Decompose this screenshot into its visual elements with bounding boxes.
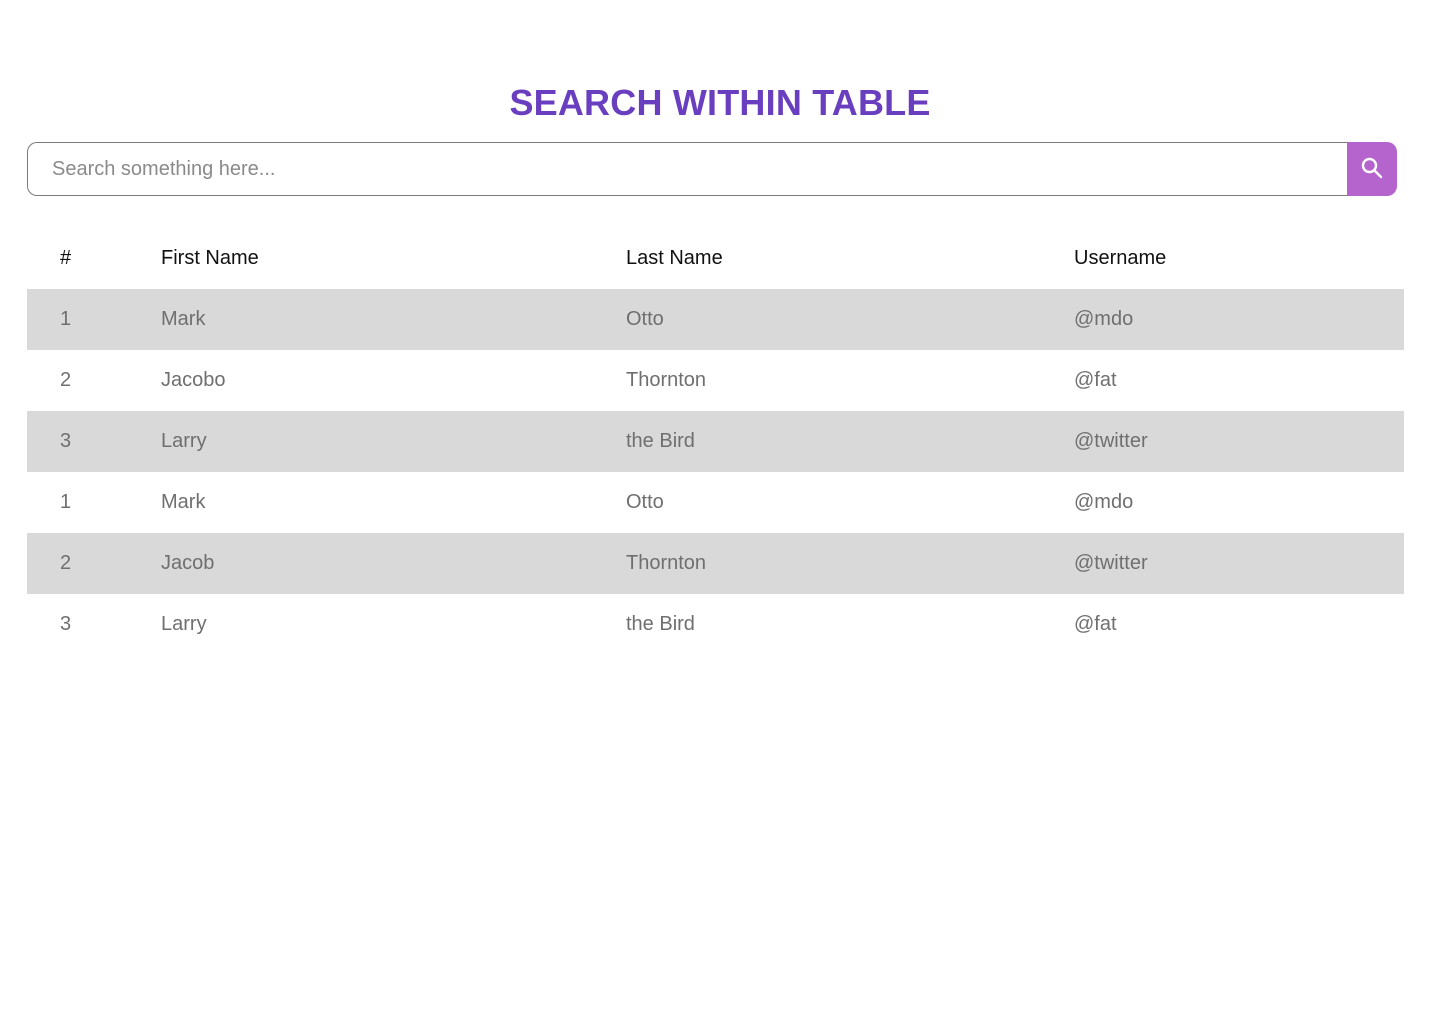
cell-username: @mdo (1074, 308, 1134, 330)
data-table: # First Name Last Name Username 1 Mark O… (27, 228, 1404, 655)
cell-username: @twitter (1074, 430, 1148, 452)
table-row[interactable]: 2 Jacob Thornton @twitter (27, 533, 1404, 594)
cell-number: 2 (60, 552, 72, 574)
cell-username: @mdo (1074, 491, 1134, 513)
cell-last-name: Otto (626, 491, 664, 513)
cell-number: 1 (60, 308, 72, 330)
cell-last-name: Otto (626, 308, 664, 330)
table-row[interactable]: 1 Mark Otto @mdo (27, 289, 1404, 350)
search-icon (1360, 156, 1384, 183)
cell-first-name: Jacobo (161, 369, 226, 391)
header-username[interactable]: Username (1074, 228, 1404, 289)
table-row[interactable]: 2 Jacobo Thornton @fat (27, 350, 1404, 411)
cell-number: 3 (60, 613, 72, 635)
cell-first-name: Mark (161, 491, 206, 513)
cell-number: 3 (60, 430, 72, 452)
header-first-name[interactable]: First Name (161, 228, 626, 289)
table-header-row: # First Name Last Name Username (27, 228, 1404, 289)
cell-first-name: Larry (161, 613, 207, 635)
search-bar (27, 142, 1397, 196)
cell-username: @twitter (1074, 552, 1148, 574)
search-button[interactable] (1347, 142, 1397, 196)
cell-number: 2 (60, 369, 72, 391)
table-row[interactable]: 1 Mark Otto @mdo (27, 472, 1404, 533)
search-input[interactable] (27, 142, 1347, 196)
cell-last-name: Thornton (626, 552, 707, 574)
cell-first-name: Larry (161, 430, 207, 452)
table-row[interactable]: 3 Larry the Bird @fat (27, 594, 1404, 655)
page: SEARCH WITHIN TABLE # First Name Last Na… (0, 0, 1440, 1024)
cell-first-name: Jacob (161, 552, 215, 574)
cell-number: 1 (60, 491, 72, 513)
table-row[interactable]: 3 Larry the Bird @twitter (27, 411, 1404, 472)
cell-last-name: the Bird (626, 430, 695, 452)
cell-username: @fat (1074, 369, 1117, 391)
cell-last-name: Thornton (626, 369, 707, 391)
cell-username: @fat (1074, 613, 1117, 635)
page-title: SEARCH WITHIN TABLE (509, 82, 931, 123)
cell-last-name: the Bird (626, 613, 695, 635)
cell-first-name: Mark (161, 308, 206, 330)
header-number[interactable]: # (27, 228, 161, 289)
header-last-name[interactable]: Last Name (626, 228, 1074, 289)
